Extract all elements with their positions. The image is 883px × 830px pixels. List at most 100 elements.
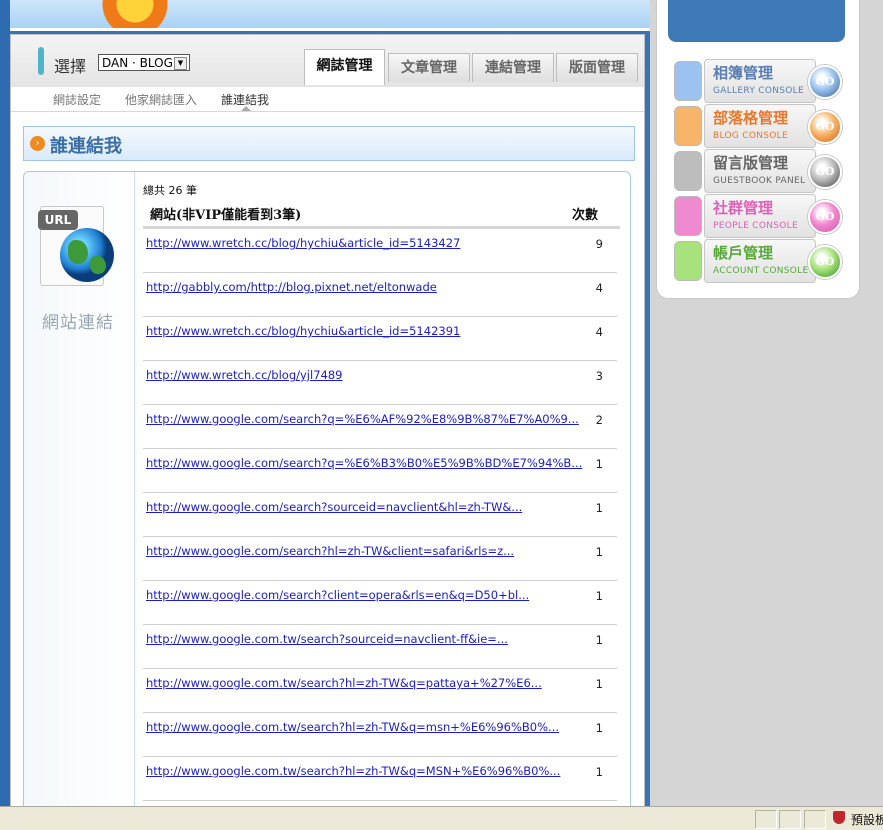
console-subtitle: PEOPLE CONSOLE bbox=[713, 221, 798, 231]
referrer-count: 1 bbox=[595, 633, 603, 647]
table-row: http://www.google.com/search?q=%E6%AF%92… bbox=[143, 405, 617, 449]
referrer-link[interactable]: http://www.google.com.tw/search?hl=zh-TW… bbox=[146, 676, 542, 690]
total-count-text: 總共 26 筆 bbox=[143, 184, 197, 197]
console-label-box: 社群管理 PEOPLE CONSOLE bbox=[704, 194, 816, 238]
security-zone-icon bbox=[833, 811, 845, 824]
tab-layout-manage[interactable]: 版面管理 bbox=[556, 53, 638, 82]
console-label-box: 部落格管理 BLOG CONSOLE bbox=[704, 104, 816, 148]
console-blog-button[interactable]: 部落格管理 BLOG CONSOLE GO bbox=[674, 104, 842, 148]
console-subtitle: GUESTBOOK PANEL bbox=[713, 176, 806, 186]
console-label-box: 帳戶管理 ACCOUNT CONSOLE bbox=[704, 239, 816, 283]
selector-marker bbox=[38, 47, 44, 75]
site-links-label: 網站連結 bbox=[42, 313, 114, 333]
referrer-link[interactable]: http://www.google.com.tw/search?hl=zh-TW… bbox=[146, 764, 560, 778]
section-header: › 誰連結我 bbox=[23, 126, 635, 161]
active-caret-icon bbox=[241, 106, 251, 111]
tab-link-manage[interactable]: 連結管理 bbox=[472, 53, 554, 82]
table-row: http://www.google.com.tw/search?sourceid… bbox=[143, 625, 617, 669]
console-color-swatch bbox=[674, 196, 702, 236]
column-header-site: 網站(非VIP僅能看到3筆) bbox=[150, 208, 302, 223]
referrer-link[interactable]: http://www.wretch.cc/blog/hychiu&article… bbox=[146, 324, 460, 338]
referrer-link[interactable]: http://www.google.com/search?sourceid=na… bbox=[146, 500, 522, 514]
globe-icon bbox=[60, 228, 114, 282]
console-subtitle: ACCOUNT CONSOLE bbox=[713, 266, 809, 276]
referrer-link[interactable]: http://www.google.com.tw/search?hl=zh-TW… bbox=[146, 720, 559, 734]
referrer-link[interactable]: http://www.wretch.cc/blog/yjl7489 bbox=[146, 368, 342, 382]
referrer-count: 1 bbox=[595, 545, 603, 559]
status-cell bbox=[779, 810, 801, 829]
console-color-swatch bbox=[674, 241, 702, 281]
table-row: http://www.google.com/search?hl=zh-TW&cl… bbox=[143, 537, 617, 581]
console-label-box: 留言版管理 GUESTBOOK PANEL bbox=[704, 149, 816, 193]
top-toolbar: 選擇 DAN · BLOG ▼ 網誌管理 文章管理 連結管理 版面管理 bbox=[11, 35, 644, 88]
table-row: http://www.google.com.tw/search?hl=zh-TW… bbox=[143, 757, 617, 801]
referrer-count: 1 bbox=[595, 589, 603, 603]
go-button[interactable]: GO bbox=[808, 245, 842, 279]
referrer-count: 1 bbox=[595, 457, 603, 471]
status-cell bbox=[804, 810, 826, 829]
subnav-blog-settings[interactable]: 網誌設定 bbox=[53, 91, 101, 108]
console-subtitle: BLOG CONSOLE bbox=[713, 131, 788, 141]
globe-land-shape bbox=[90, 256, 106, 274]
section-title: 誰連結我 bbox=[50, 136, 122, 157]
referrer-count: 3 bbox=[595, 369, 603, 383]
table-row: http://www.google.com/search?q=%E6%B3%B0… bbox=[143, 449, 617, 493]
console-title: 部落格管理 bbox=[713, 109, 789, 127]
referrer-count: 4 bbox=[595, 325, 603, 339]
subnav-import[interactable]: 他家網誌匯入 bbox=[125, 91, 197, 108]
column-header-count: 次數 bbox=[572, 208, 599, 223]
table-row: http://www.google.com/search?sourceid=na… bbox=[143, 493, 617, 537]
referrer-link[interactable]: http://www.google.com.tw/search?sourceid… bbox=[146, 632, 508, 646]
arrow-right-icon: › bbox=[30, 136, 45, 151]
console-guestbook-button[interactable]: 留言版管理 GUESTBOOK PANEL GO bbox=[674, 149, 842, 193]
console-label-box: 相簿管理 GALLERY CONSOLE bbox=[704, 59, 816, 103]
referrer-count: 1 bbox=[595, 677, 603, 691]
referrer-link[interactable]: http://www.wretch.cc/blog/hychiu&article… bbox=[146, 236, 460, 250]
console-title: 帳戶管理 bbox=[713, 244, 774, 262]
console-title: 相簿管理 bbox=[713, 64, 774, 82]
referrer-box: URL 網站連結 總共 26 筆 網站(非VIP僅能看到3筆) 次數 http:… bbox=[23, 171, 631, 823]
console-color-swatch bbox=[674, 106, 702, 146]
blog-select-value: DAN · BLOG bbox=[102, 56, 173, 70]
referrer-link[interactable]: http://www.google.com/search?hl=zh-TW&cl… bbox=[146, 544, 514, 558]
header-banner bbox=[10, 0, 655, 31]
table-row: http://www.wretch.cc/blog/hychiu&article… bbox=[143, 317, 617, 361]
referrer-count: 1 bbox=[595, 765, 603, 779]
table-row: http://www.google.com/search?client=oper… bbox=[143, 581, 617, 625]
go-button[interactable]: GO bbox=[808, 65, 842, 99]
referrer-count: 1 bbox=[595, 721, 603, 735]
flower-graphic bbox=[90, 0, 180, 28]
referrer-link[interactable]: http://www.google.com/search?q=%E6%AF%92… bbox=[146, 412, 579, 426]
referrer-count: 2 bbox=[595, 413, 603, 427]
console-gallery-button[interactable]: 相簿管理 GALLERY CONSOLE GO bbox=[674, 59, 842, 103]
chevron-down-icon[interactable]: ▼ bbox=[174, 57, 187, 70]
console-title: 社群管理 bbox=[713, 199, 774, 217]
table-row: http://www.google.com.tw/search?hl=zh-TW… bbox=[143, 713, 617, 757]
browser-status-bar: 預設板 bbox=[0, 806, 883, 830]
console-people-button[interactable]: 社群管理 PEOPLE CONSOLE GO bbox=[674, 194, 842, 238]
window-frame bbox=[0, 0, 10, 810]
console-account-button[interactable]: 帳戶管理 ACCOUNT CONSOLE GO bbox=[674, 239, 842, 283]
referrer-link[interactable]: http://www.google.com/search?q=%E6%B3%B0… bbox=[146, 456, 582, 470]
go-button[interactable]: GO bbox=[808, 110, 842, 144]
console-subtitle: GALLERY CONSOLE bbox=[713, 86, 804, 96]
tab-blog-manage[interactable]: 網誌管理 bbox=[304, 49, 385, 85]
referrer-list: http://www.wretch.cc/blog/hychiu&article… bbox=[143, 229, 617, 801]
url-tag-label: URL bbox=[38, 210, 78, 230]
table-row: http://www.google.com.tw/search?hl=zh-TW… bbox=[143, 669, 617, 713]
blog-select-label: 選擇 bbox=[54, 57, 87, 76]
main-panel: 選擇 DAN · BLOG ▼ 網誌管理 文章管理 連結管理 版面管理 網誌設定… bbox=[10, 34, 645, 823]
globe-land-shape bbox=[68, 240, 88, 264]
console-color-swatch bbox=[674, 61, 702, 101]
referrer-link[interactable]: http://gabbly.com/http://blog.pixnet.net… bbox=[146, 280, 437, 294]
blog-select-dropdown[interactable]: DAN · BLOG ▼ bbox=[98, 54, 190, 71]
blog-admin-page: 相簿管理 GALLERY CONSOLE GO 部落格管理 BLOG CONSOLE GO… bbox=[0, 0, 883, 830]
referrer-count: 9 bbox=[595, 237, 603, 251]
referrer-sidebar: URL 網站連結 bbox=[24, 172, 135, 822]
referrer-link[interactable]: http://www.google.com/search?client=oper… bbox=[146, 588, 529, 602]
referrer-count: 4 bbox=[595, 281, 603, 295]
go-button[interactable]: GO bbox=[808, 200, 842, 234]
tab-article-manage[interactable]: 文章管理 bbox=[388, 53, 470, 82]
table-row: http://gabbly.com/http://blog.pixnet.net… bbox=[143, 273, 617, 317]
go-button[interactable]: GO bbox=[808, 155, 842, 189]
